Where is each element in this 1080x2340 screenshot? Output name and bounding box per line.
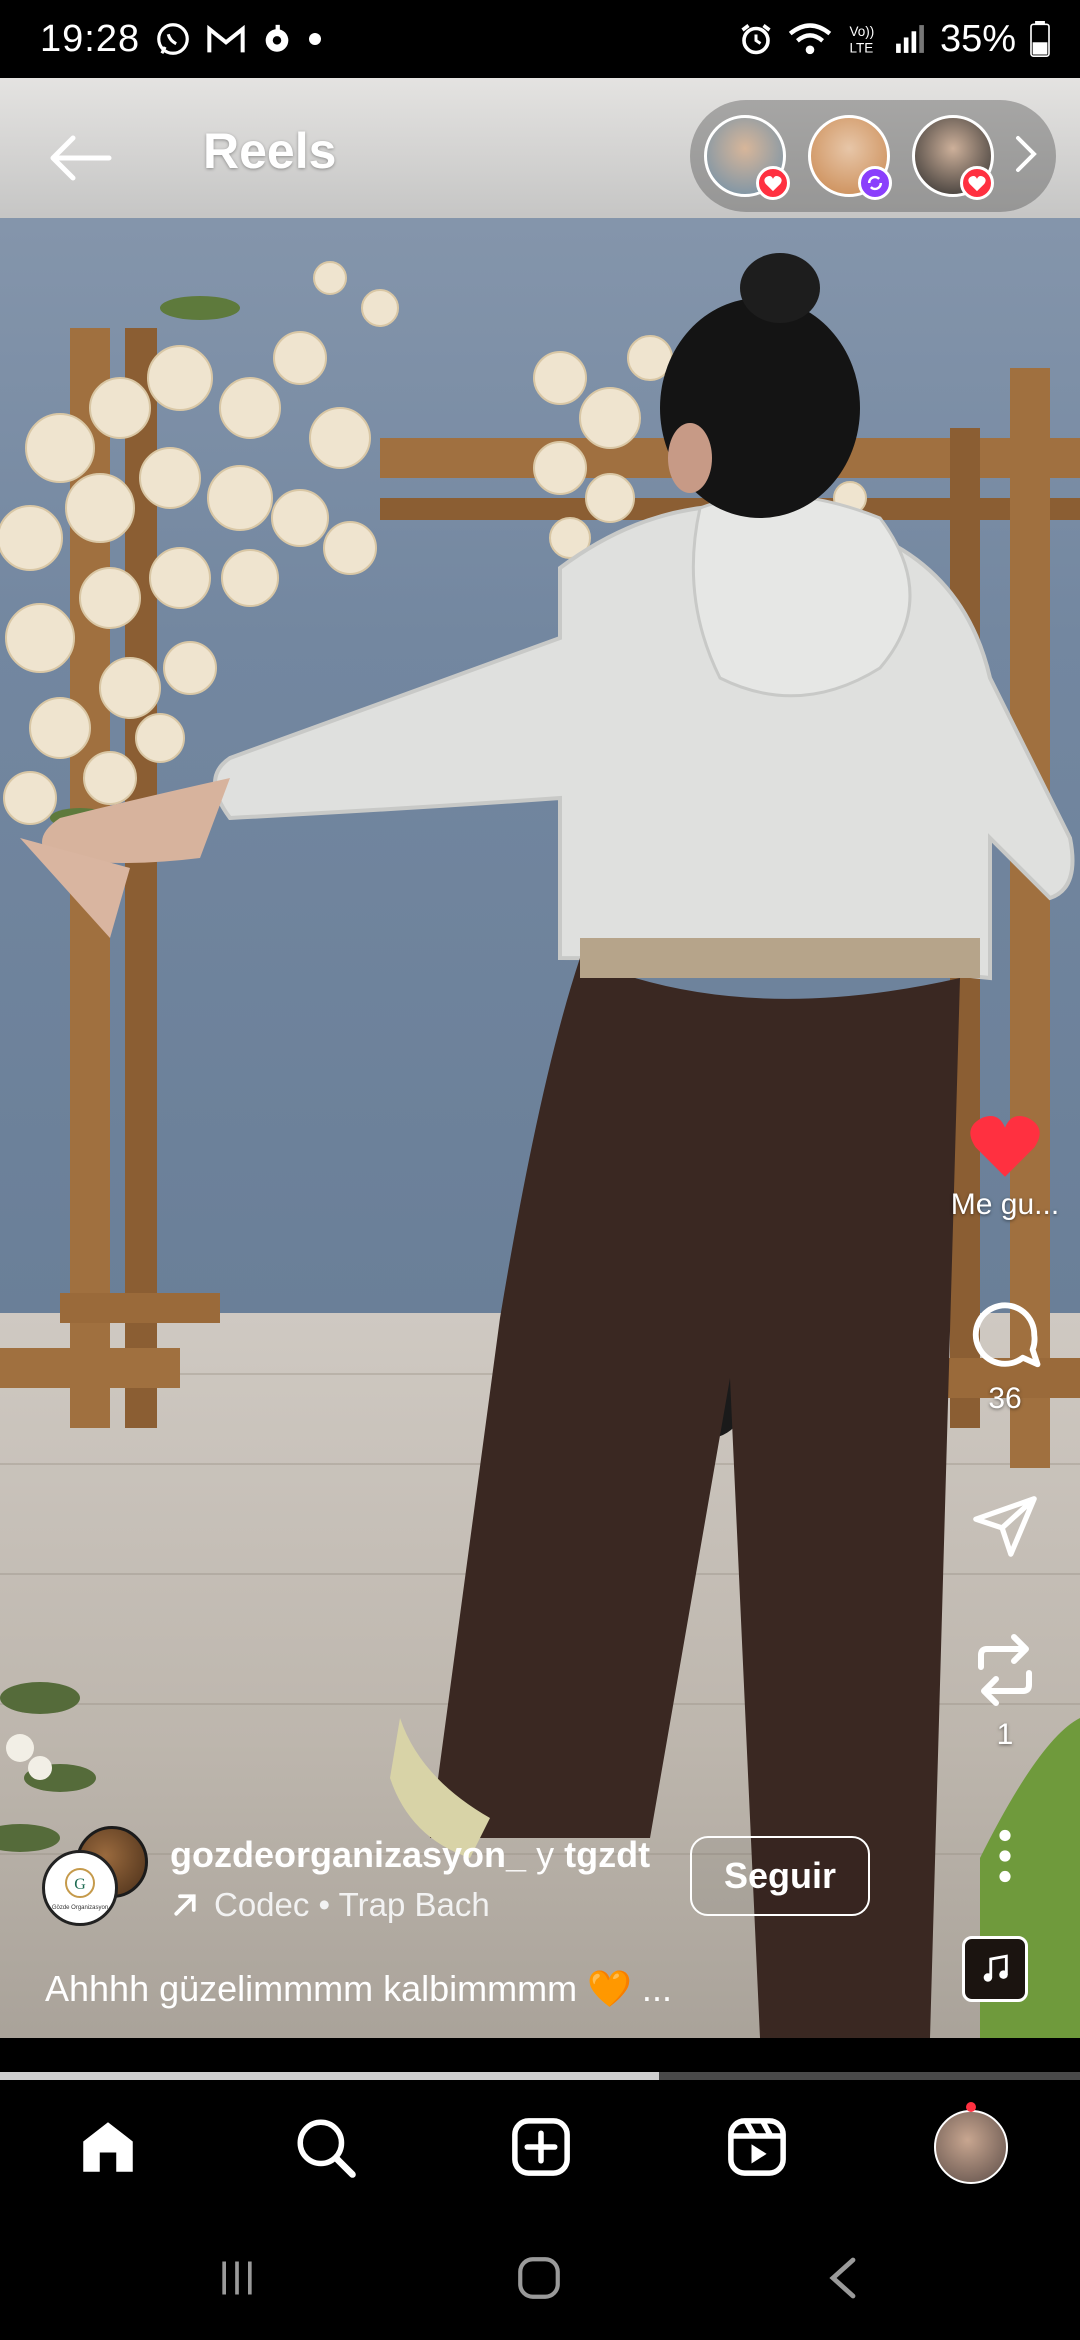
video-scene-illustration	[0, 253, 1080, 2038]
search-button[interactable]	[280, 2102, 370, 2192]
status-time: 19:28	[40, 17, 141, 60]
svg-text:Gözde Organizasyon: Gözde Organizasyon	[52, 1905, 108, 1911]
comment-action[interactable]: 36	[940, 1296, 1070, 1416]
story-3-heart-badge	[960, 166, 994, 200]
back-button[interactable]	[40, 128, 120, 188]
whatsapp-icon	[154, 20, 192, 58]
heart-icon	[764, 175, 782, 192]
svg-text:LTE: LTE	[849, 41, 873, 56]
home-button[interactable]	[63, 2102, 153, 2192]
comment-icon[interactable]	[966, 1296, 1044, 1374]
status-bar: 19:28 Vo)) LTE 35%	[0, 0, 1080, 78]
author-logo: G Gözde Organizasyon	[52, 1868, 108, 1911]
volte-icon: Vo)) LTE	[846, 21, 880, 57]
arrow-up-right-icon	[174, 1894, 196, 1916]
profile-avatar	[934, 2110, 1008, 2184]
author-conjunction: y	[536, 1834, 555, 1875]
create-button[interactable]	[496, 2102, 586, 2192]
signal-icon	[894, 22, 926, 56]
repost-icon[interactable]	[969, 1630, 1041, 1710]
arrow-left-icon	[50, 135, 112, 181]
profile-button[interactable]	[926, 2102, 1016, 2192]
page-title: Reels	[203, 123, 337, 179]
like-action[interactable]: Me gu...	[940, 1108, 1070, 1222]
share-action[interactable]	[940, 1490, 1070, 1560]
home-icon	[83, 2122, 133, 2172]
author-names[interactable]: gozdeorganizasyon_ y tgzdt	[170, 1834, 650, 1876]
bottom-nav	[0, 2080, 1080, 2210]
recent-apps-button[interactable]	[202, 2248, 272, 2308]
audio-link[interactable]: Codec • Trap Bach	[170, 1886, 490, 1924]
reel-video[interactable]	[0, 78, 1080, 2038]
heart-icon	[968, 175, 986, 192]
post-caption[interactable]: Ahhhh güzelimmmm kalbimmmm 🧡 ...	[45, 1968, 672, 2010]
app-notification-icon	[260, 22, 294, 56]
send-icon[interactable]	[969, 1490, 1041, 1560]
battery-percent: 35%	[939, 17, 1016, 60]
svg-text:Vo)): Vo))	[849, 24, 874, 39]
coauthor-username[interactable]: tgzdt	[564, 1834, 650, 1875]
chevron-right-icon[interactable]	[1014, 134, 1038, 179]
battery-icon	[1030, 21, 1050, 57]
reposts-count: 1	[996, 1718, 1014, 1751]
author-username[interactable]: gozdeorganizasyon_	[170, 1834, 526, 1875]
more-options-button[interactable]	[940, 1828, 1070, 1884]
system-navigation-bar	[0, 2210, 1080, 2340]
system-back-icon	[829, 2257, 856, 2299]
alarm-icon	[738, 21, 774, 57]
music-thumbnail[interactable]	[962, 1936, 1028, 2002]
video-progress-bar[interactable]	[0, 2072, 1080, 2080]
more-vertical-icon[interactable]	[995, 1828, 1015, 1884]
sync-icon	[867, 175, 883, 191]
search-icon	[297, 2119, 356, 2178]
repost-action[interactable]: 1	[940, 1630, 1070, 1752]
system-home-icon	[518, 2257, 560, 2299]
follow-button[interactable]: Seguir	[690, 1836, 870, 1916]
wifi-icon	[788, 21, 832, 57]
create-icon	[512, 2118, 570, 2176]
author-avatar[interactable]: G Gözde Organizasyon	[42, 1850, 118, 1926]
recent-apps-icon	[222, 2261, 252, 2295]
music-note-icon	[983, 1954, 1008, 1982]
story-1-heart-badge	[756, 166, 790, 200]
heart-filled-icon[interactable]	[965, 1108, 1045, 1180]
reels-icon	[728, 2118, 786, 2176]
story-2-sync-badge	[858, 166, 892, 200]
reels-button[interactable]	[712, 2102, 802, 2192]
comments-count: 36	[988, 1382, 1022, 1415]
like-label: Me gu...	[950, 1188, 1060, 1221]
audio-title: Codec • Trap Bach	[214, 1886, 490, 1923]
svg-text:G: G	[74, 1876, 86, 1893]
system-home-button[interactable]	[504, 2248, 574, 2308]
system-back-button[interactable]	[808, 2248, 878, 2308]
more-notifications-dot	[308, 32, 322, 46]
gmail-icon	[206, 22, 246, 56]
profile-notification-dot	[966, 2102, 976, 2112]
video-progress-fill	[0, 2072, 659, 2080]
